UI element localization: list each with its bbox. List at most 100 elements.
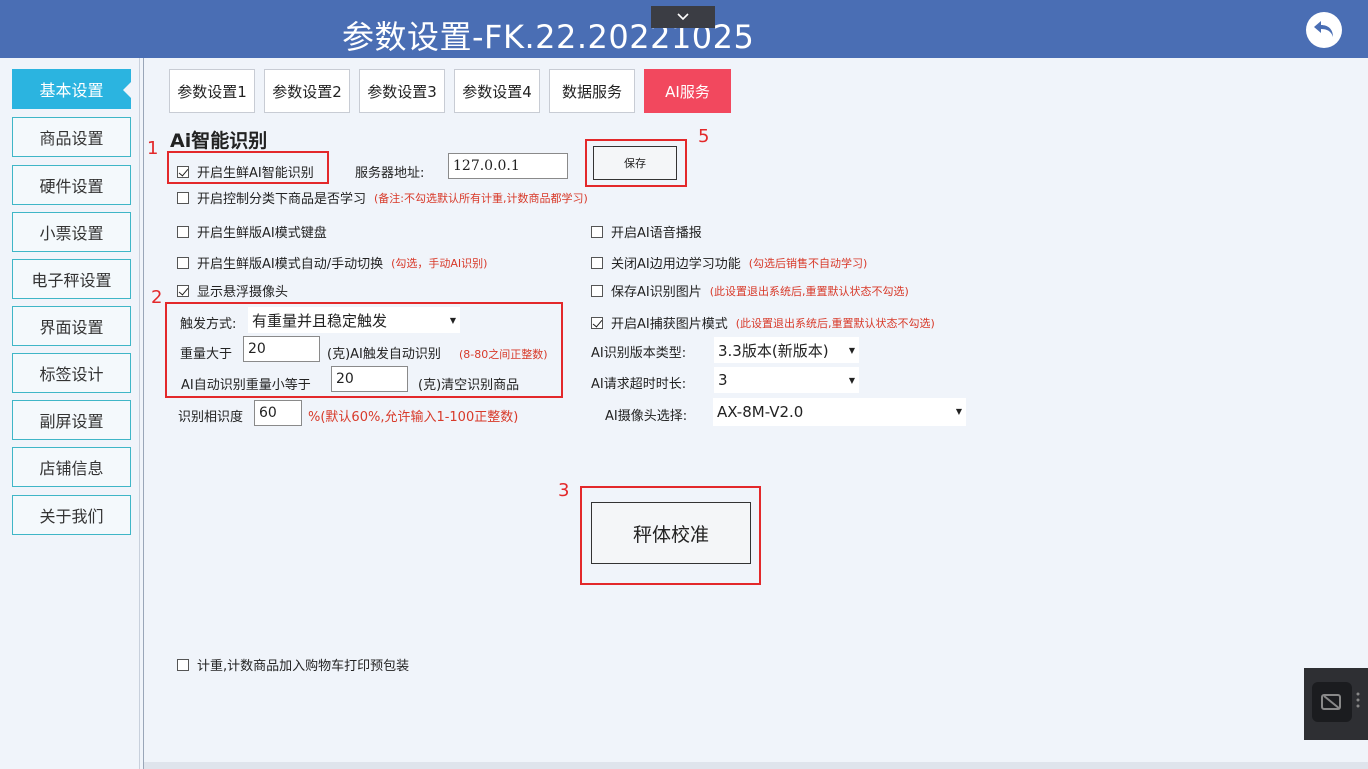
sidebar-item-label: 界面设置 xyxy=(39,318,104,337)
sidebar-item-receipt[interactable]: 小票设置 xyxy=(12,212,131,252)
sidebar-item-label: 副屏设置 xyxy=(39,412,104,431)
save-button[interactable]: 保存 xyxy=(593,146,677,180)
checkbox-box xyxy=(591,256,603,269)
floating-camera-widget[interactable] xyxy=(1304,668,1368,740)
camera-label: AI摄像头选择: xyxy=(605,409,688,424)
trigger-label: 触发方式: xyxy=(180,317,237,332)
checkbox-box xyxy=(177,165,189,178)
sidebar-item-label: 关于我们 xyxy=(39,507,104,526)
sidebar-item-about[interactable]: 关于我们 xyxy=(12,495,131,535)
prepack-checkbox[interactable]: 计重,计数商品加入购物车打印预包装 xyxy=(177,655,409,674)
sidebar-item-store-info[interactable]: 店铺信息 xyxy=(12,447,131,487)
annotation-marker-2: 2 xyxy=(151,287,163,308)
sidebar-item-goods[interactable]: 商品设置 xyxy=(12,117,131,157)
checkbox-box xyxy=(591,225,603,238)
checkbox-box xyxy=(177,658,189,671)
checkbox-label: 开启AI语音播报 xyxy=(611,226,702,241)
weight-note: (8-80之间正整数) xyxy=(459,348,548,361)
annotation-marker-1: 1 xyxy=(147,138,159,159)
annotation-marker-3: 3 xyxy=(558,480,570,501)
close-learn-checkbox[interactable]: 关闭AI边用边学习功能 (勾选后销售不自动学习) xyxy=(591,253,867,272)
sidebar-item-label: 小票设置 xyxy=(39,224,104,243)
floating-camera-checkbox[interactable]: 显示悬浮摄像头 xyxy=(177,281,288,300)
sidebar-item-basic[interactable]: 基本设置 xyxy=(12,69,131,109)
camera-off-icon xyxy=(1312,682,1352,722)
checkbox-box xyxy=(591,316,603,329)
dropdown-arrow-icon: ▼ xyxy=(955,407,962,416)
weight-suffix: (克)AI触发自动识别 xyxy=(327,347,441,362)
enable-fresh-ai-checkbox[interactable]: 开启生鲜AI智能识别 xyxy=(177,162,314,181)
server-address-input[interactable]: 127.0.0.1 xyxy=(448,153,568,179)
annotation-marker-5: 5 xyxy=(698,126,710,147)
ai-voice-checkbox[interactable]: 开启AI语音播报 xyxy=(591,222,702,241)
tab-data-service[interactable]: 数据服务 xyxy=(549,69,635,113)
similarity-input[interactable]: 60 xyxy=(254,400,302,426)
timeout-label: AI请求超时时长: xyxy=(591,377,687,392)
camera-value: AX-8M-V2.0 xyxy=(717,403,804,421)
sidebar-item-label: 商品设置 xyxy=(39,129,104,148)
checkbox-label: 关闭AI边用边学习功能 xyxy=(611,257,741,272)
checkbox-label: 开启生鲜AI智能识别 xyxy=(197,166,314,181)
checkbox-label: 开启生鲜版AI模式键盘 xyxy=(197,226,327,241)
sidebar-item-scale[interactable]: 电子秤设置 xyxy=(12,259,131,299)
version-select[interactable]: 3.3版本(新版本) ▼ xyxy=(714,337,859,363)
ai-keyboard-checkbox[interactable]: 开启生鲜版AI模式键盘 xyxy=(177,222,327,241)
trigger-select[interactable]: 有重量并且稳定触发 ▼ xyxy=(248,307,460,333)
sidebar-item-hardware[interactable]: 硬件设置 xyxy=(12,165,131,205)
camera-select[interactable]: AX-8M-V2.0 ▼ xyxy=(713,398,966,426)
clear-weight-label: AI自动识别重量小等于 xyxy=(181,378,311,393)
sidebar-item-label: 店铺信息 xyxy=(39,459,104,478)
version-label: AI识别版本类型: xyxy=(591,346,687,361)
save-images-checkbox[interactable]: 保存AI识别图片 (此设置退出系统后,重置默认状态不勾选) xyxy=(591,281,909,300)
similarity-suffix: %(默认60%,允许输入1-100正整数) xyxy=(308,410,519,425)
tab-params-1[interactable]: 参数设置1 xyxy=(169,69,255,113)
checkbox-note: (此设置退出系统后,重置默认状态不勾选) xyxy=(735,316,935,330)
sidebar-item-label: 电子秤设置 xyxy=(31,271,112,290)
checkbox-box xyxy=(177,256,189,269)
section-title: Ai智能识别 xyxy=(170,130,268,152)
sidebar-item-label-design[interactable]: 标签设计 xyxy=(12,353,131,393)
tab-ai-service[interactable]: AI服务 xyxy=(644,69,731,113)
sidebar-item-label: 硬件设置 xyxy=(39,177,104,196)
trigger-value: 有重量并且稳定触发 xyxy=(252,311,388,330)
checkbox-note: (勾选后销售不自动学习) xyxy=(748,256,868,270)
timeout-value: 3 xyxy=(718,371,728,389)
back-arrow-icon xyxy=(1314,21,1333,37)
sidebar-item-label: 标签设计 xyxy=(39,365,104,384)
auto-switch-checkbox[interactable]: 开启生鲜版AI模式自动/手动切换 (勾选，手动AI识别) xyxy=(177,253,487,272)
weight-label: 重量大于 xyxy=(180,347,233,362)
back-button[interactable] xyxy=(1306,12,1342,48)
checkbox-label: 开启AI捕获图片模式 xyxy=(611,317,728,332)
tab-params-3[interactable]: 参数设置3 xyxy=(359,69,445,113)
category-learn-checkbox[interactable]: 开启控制分类下商品是否学习 (备注:不勾选默认所有计重,计数商品都学习) xyxy=(177,188,588,207)
weight-input[interactable]: 20 xyxy=(243,336,320,362)
dropdown-arrow-icon: ▼ xyxy=(848,376,855,385)
checkbox-label: 开启控制分类下商品是否学习 xyxy=(197,192,367,207)
checkbox-label: 保存AI识别图片 xyxy=(611,285,702,300)
calibrate-scale-button[interactable]: 秤体校准 xyxy=(591,502,751,564)
checkbox-note: (勾选，手动AI识别) xyxy=(391,256,488,270)
clear-weight-input[interactable]: 20 xyxy=(331,366,408,392)
checkbox-box xyxy=(177,284,189,297)
timeout-select[interactable]: 3 ▼ xyxy=(714,367,859,393)
clear-weight-suffix: (克)清空识别商品 xyxy=(418,378,520,393)
checkbox-box xyxy=(177,225,189,238)
more-vertical-icon xyxy=(1356,692,1360,708)
server-address-label: 服务器地址: xyxy=(355,166,425,181)
version-value: 3.3版本(新版本) xyxy=(718,341,829,360)
tab-params-2[interactable]: 参数设置2 xyxy=(264,69,350,113)
sidebar-item-second-screen[interactable]: 副屏设置 xyxy=(12,400,131,440)
similarity-label: 识别相识度 xyxy=(178,410,244,425)
checkbox-label: 计重,计数商品加入购物车打印预包装 xyxy=(197,659,410,674)
chevron-down-icon[interactable] xyxy=(651,6,715,28)
checkbox-label: 显示悬浮摄像头 xyxy=(197,285,289,300)
sidebar-item-interface[interactable]: 界面设置 xyxy=(12,306,131,346)
tab-params-4[interactable]: 参数设置4 xyxy=(454,69,540,113)
dropdown-arrow-icon: ▼ xyxy=(449,316,456,325)
checkbox-box xyxy=(591,284,603,297)
sidebar-divider xyxy=(139,58,140,769)
bottom-edge xyxy=(144,762,1368,769)
checkbox-box xyxy=(177,191,189,204)
capture-mode-checkbox[interactable]: 开启AI捕获图片模式 (此设置退出系统后,重置默认状态不勾选) xyxy=(591,313,935,332)
checkbox-note: (此设置退出系统后,重置默认状态不勾选) xyxy=(709,284,909,298)
